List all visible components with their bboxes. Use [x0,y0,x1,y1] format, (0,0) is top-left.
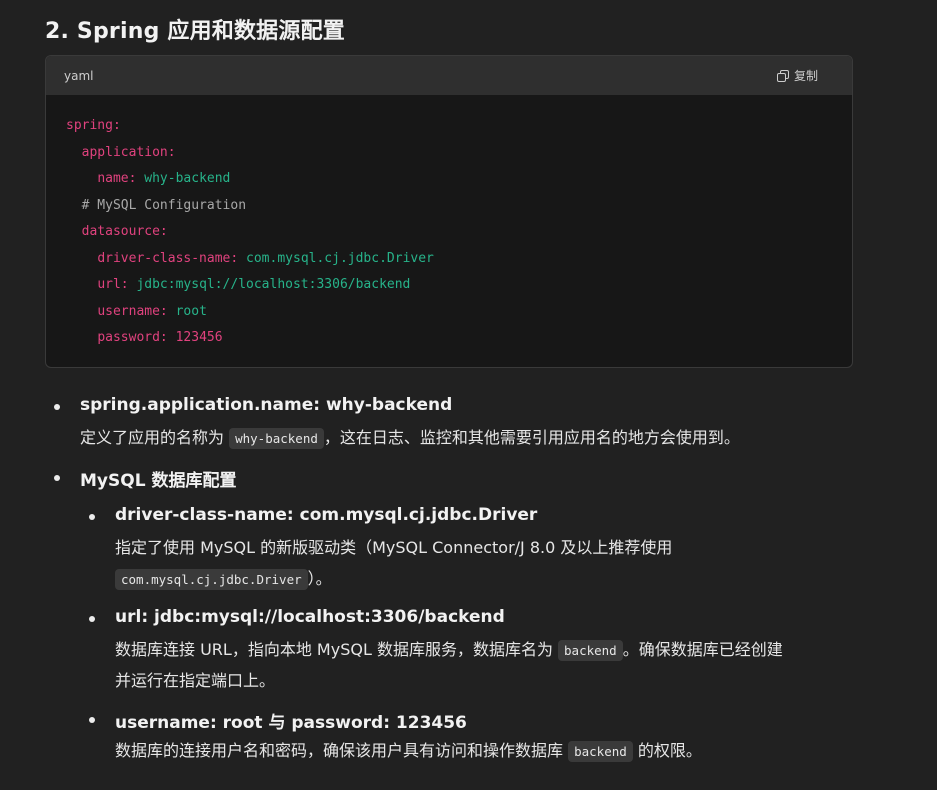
code-line: datasource: [66,219,852,246]
code-key: application: [81,144,176,160]
inline-code: backend [568,741,633,762]
section-heading: 2. Spring 应用和数据源配置 [45,19,345,44]
item-text-part: 数据库连接 URL，指向本地 MySQL 数据库服务，数据库名为 [115,640,559,659]
code-comment: # MySQL Configuration [81,197,247,213]
code-line: application: [66,140,852,167]
inline-code: backend [558,640,623,661]
code-body: spring: application: name: why-backend #… [46,95,852,352]
code-value: root [167,303,207,319]
item-text: 定义了应用的名称为 why-backend ，这在日志、监控和其他需要引用应用名的… [80,422,740,454]
code-line: name: why-backend [66,166,852,193]
item-text-part: 。确保数据库已经创建 [622,640,783,659]
code-line: driver-class-name: com.mysql.cj.jdbc.Dri… [66,246,852,273]
code-key: datasource: [81,224,168,239]
inline-code: com.mysql.cj.jdbc.Driver [115,569,308,590]
item-title: url: jdbc:mysql://localhost:3306/backend [115,607,505,627]
bullet-dot [89,616,95,622]
code-language-label: yaml [64,68,94,83]
item-title: spring.application.name: why-backend [80,395,453,415]
item-title: username: root 与 password: 123456 [115,713,467,733]
copy-label: 复制 [793,69,818,83]
bullet-dot [54,475,60,481]
code-key: driver-class-name: [97,250,239,266]
code-line: username: root [66,299,852,326]
code-key: name: [97,171,137,186]
bullet-dot [89,514,95,520]
code-header: yaml 复制 [46,56,852,95]
item-text-part: 数据库的连接用户名和密码，确保该用户具有访问和操作数据库 [115,741,569,760]
code-key: url: [97,277,129,292]
code-line: # MySQL Configuration [66,193,852,220]
code-key: password: [97,330,168,345]
code-line: password: 123456 [66,325,852,352]
item-text-part: 定义了应用的名称为 [80,428,230,447]
code-value: com.mysql.cj.jdbc.Driver [238,250,434,266]
copy-button[interactable]: 复制 [776,67,818,84]
code-value: why-backend [136,171,231,186]
item-title: MySQL 数据库配置 [80,471,237,491]
item-text: 指定了使用 MySQL 的新版驱动类（MySQL Connector/J 8.0… [115,538,673,557]
item-text: 并运行在指定端口上。 [115,671,276,690]
code-key: username: [97,303,168,319]
bullet-dot [54,404,60,410]
copy-icon [776,69,789,82]
inline-code: why-backend [229,428,324,449]
code-block: yaml 复制 spring: application: name: why-b… [45,55,853,368]
page: 2. Spring 应用和数据源配置 yaml 复制 spring: appli… [0,0,937,790]
item-text-part: 的权限。 [632,741,702,760]
code-key: spring: [66,118,121,133]
code-line: url: jdbc:mysql://localhost:3306/backend [66,272,852,299]
bullet-dot [89,717,95,723]
item-text-part: ，这在日志、监控和其他需要引用应用名的地方会使用到。 [323,428,740,447]
item-text: 数据库的连接用户名和密码，确保该用户具有访问和操作数据库 backend 的权限… [115,735,702,767]
item-title: driver-class-name: com.mysql.cj.jdbc.Dri… [115,505,538,525]
code-line: spring: [66,113,852,140]
code-value: 123456 [167,330,223,345]
item-text-part: ）。 [307,569,332,588]
item-text: 数据库连接 URL，指向本地 MySQL 数据库服务，数据库名为 backend… [115,634,783,666]
code-value: jdbc:mysql://localhost:3306/backend [128,277,411,292]
item-text: com.mysql.cj.jdbc.Driver）。 [115,563,332,595]
